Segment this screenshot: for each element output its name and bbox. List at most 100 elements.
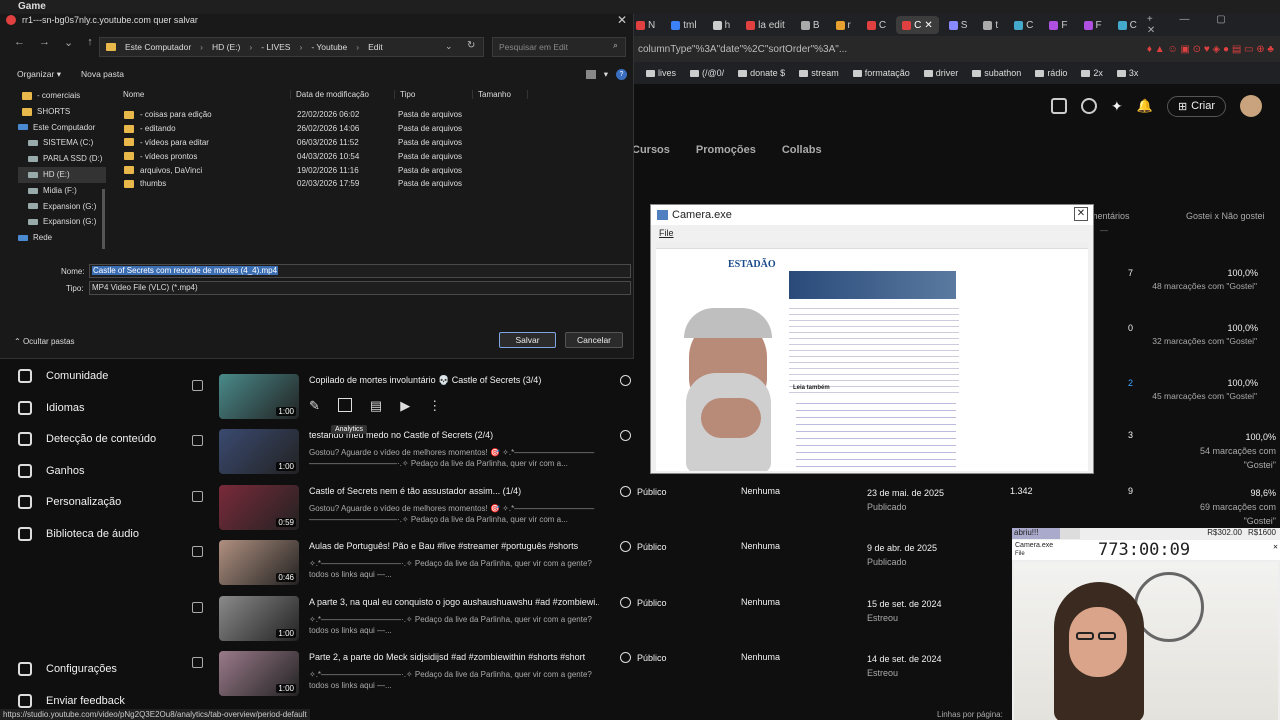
bookmark-item[interactable]: subathon: [972, 68, 1021, 78]
window-controls[interactable]: + — ▢ ✕: [1147, 14, 1280, 36]
comments-count[interactable]: 9: [1128, 486, 1133, 496]
column-header[interactable]: Nome: [118, 90, 291, 99]
file-row[interactable]: - vídeos prontos 04/03/2026 10:54 Pasta de…: [118, 149, 473, 163]
extensions-icons[interactable]: ♦ ▲ ☺ ▣ ⊙ ♥ ◈ ● ▤ ▭ ⊕ ♣: [1147, 44, 1280, 55]
close-icon[interactable]: ✕: [1074, 207, 1088, 221]
refresh-icon[interactable]: ↻: [467, 40, 475, 51]
browser-tab[interactable]: r: [830, 16, 857, 34]
visibility-cell[interactable]: Público: [620, 597, 667, 608]
tab-collabs[interactable]: Collabs: [782, 144, 822, 156]
analytics-icon[interactable]: [337, 398, 352, 412]
tree-item[interactable]: Expansion (G:): [18, 214, 106, 230]
browser-tab[interactable]: tml: [665, 16, 702, 34]
visibility-cell[interactable]: Público: [620, 541, 667, 552]
file-row[interactable]: - vídeos para editar 06/03/2026 11:52 Past…: [118, 136, 473, 150]
bookmark-item[interactable]: stream: [799, 68, 839, 78]
tree-scrollbar[interactable]: [102, 189, 105, 249]
browser-tab[interactable]: C: [1008, 16, 1039, 34]
tree-item[interactable]: SISTEMA (C:): [18, 135, 106, 151]
comments-icon[interactable]: ▤: [370, 398, 382, 414]
bookmark-item[interactable]: formatação: [852, 68, 910, 78]
row-checkbox[interactable]: [192, 380, 203, 391]
tree-item[interactable]: PARLA SSD (D:): [18, 151, 106, 167]
bookmark-item[interactable]: donate $: [738, 68, 785, 78]
likes-header[interactable]: Gostei x Não gostei: [1186, 211, 1265, 221]
tree-item[interactable]: Este Computador: [18, 120, 106, 136]
sidebar-item[interactable]: Configurações: [18, 662, 117, 676]
browser-tab[interactable]: t: [977, 16, 1004, 34]
back-icon[interactable]: ←: [14, 36, 25, 49]
browser-tab[interactable]: F: [1078, 16, 1108, 34]
save-button[interactable]: Salvar: [499, 332, 556, 348]
filename-field[interactable]: Castle of Secrets com recorde de mortes …: [89, 264, 631, 278]
breadcrumb-segment[interactable]: - Youtube: [311, 42, 347, 52]
bookmark-item[interactable]: 2x: [1081, 68, 1103, 78]
visibility-cell[interactable]: Público: [620, 486, 667, 497]
youtube-icon[interactable]: ▶: [400, 398, 410, 414]
breadcrumb-segment[interactable]: Edit: [368, 42, 383, 52]
comments-header[interactable]: mentários: [1090, 211, 1130, 221]
breadcrumb-segment[interactable]: Este Computador: [125, 42, 191, 52]
more-options-icon[interactable]: ⋮: [428, 398, 441, 414]
cancel-button[interactable]: Cancelar: [565, 332, 623, 348]
video-title[interactable]: Parte 2, a parte do Meck sidjsidijsd #ad…: [309, 652, 585, 662]
organize-button[interactable]: Organizar ▾: [17, 69, 61, 80]
tree-item[interactable]: Midia (F:): [18, 183, 106, 199]
row-checkbox[interactable]: [192, 435, 203, 446]
path-dropdown-icon[interactable]: ⌄: [445, 41, 453, 52]
avatar[interactable]: [1240, 95, 1262, 117]
help-icon[interactable]: [1081, 98, 1098, 114]
bookmark-item[interactable]: rádio: [1035, 68, 1067, 78]
video-thumbnail[interactable]: 1:00: [219, 429, 299, 474]
hide-folders-toggle[interactable]: ⌃ Ocultar pastas: [14, 337, 75, 346]
visibility-cell[interactable]: Público: [620, 652, 667, 663]
small-camera-menu[interactable]: File: [1015, 551, 1025, 557]
browser-tab[interactable]: C ✕: [896, 16, 939, 34]
video-thumbnail[interactable]: 1:00: [219, 651, 299, 696]
bookmark-item[interactable]: driver: [923, 68, 958, 78]
browser-tab[interactable]: F: [1043, 16, 1073, 34]
video-title[interactable]: Aulas de Português! Pão e Bau #live #str…: [309, 541, 578, 551]
row-checkbox[interactable]: [192, 602, 203, 613]
breadcrumb[interactable]: Este Computador › HD (E:) › - LIVES › - Youtub…: [99, 37, 484, 57]
browser-tab[interactable]: h: [707, 16, 737, 34]
sidebar-item[interactable]: Biblioteca de áudio: [18, 527, 139, 541]
row-checkbox[interactable]: [192, 546, 203, 557]
new-folder-button[interactable]: Nova pasta: [81, 69, 124, 80]
file-row[interactable]: arquivos, DaVinci 19/02/2026 11:16 Pasta d…: [118, 163, 473, 177]
video-thumbnail[interactable]: 1:00: [219, 374, 299, 419]
visibility-cell[interactable]: [620, 430, 631, 441]
file-row[interactable]: - coisas para edição 22/02/2026 06:02 Past…: [118, 108, 473, 122]
tab-promocoes[interactable]: Promoções: [696, 144, 756, 156]
sidebar-item[interactable]: Personalização: [18, 495, 121, 509]
forward-icon[interactable]: →: [39, 36, 50, 49]
video-title[interactable]: Copilado de mortes involuntário 💀 Castle…: [309, 375, 541, 386]
chevron-down-icon[interactable]: ⌄: [64, 36, 73, 49]
tree-item[interactable]: Rede: [18, 230, 106, 246]
row-checkbox[interactable]: [192, 657, 203, 668]
filetype-select[interactable]: MP4 Video File (VLC) (*.mp4): [89, 281, 631, 295]
sidebar-item[interactable]: Idiomas: [18, 401, 85, 415]
browser-tab[interactable]: N: [630, 16, 661, 34]
tree-item[interactable]: Expansion (G:): [18, 199, 106, 215]
column-header[interactable]: Tipo: [395, 90, 473, 99]
search-input[interactable]: Pesquisar em Edit: [492, 37, 626, 57]
comments-count[interactable]: 3: [1128, 430, 1133, 440]
video-thumbnail[interactable]: 0:46: [219, 540, 299, 585]
breadcrumb-segment[interactable]: - LIVES: [261, 42, 290, 52]
captions-icon[interactable]: [1051, 98, 1068, 114]
bookmark-item[interactable]: 3x: [1116, 68, 1138, 78]
up-icon[interactable]: ↑: [87, 36, 93, 49]
search-icon[interactable]: ⌕: [613, 40, 618, 51]
tree-item[interactable]: - comerciais: [18, 88, 106, 104]
browser-tab[interactable]: la edit: [740, 16, 791, 34]
url-text[interactable]: columnType"%3A"date"%2C"sortOrder"%3A"..…: [638, 44, 1141, 55]
tree-item[interactable]: HD (E:): [18, 166, 106, 183]
chevron-down-icon[interactable]: ▾: [604, 69, 608, 80]
close-icon[interactable]: ✕: [617, 13, 627, 27]
close-icon[interactable]: ✕: [1273, 542, 1278, 551]
video-title[interactable]: Castle of Secrets nem é tão assustador a…: [309, 486, 521, 496]
browser-tab[interactable]: C: [861, 16, 892, 34]
sparkle-icon[interactable]: ✦: [1111, 98, 1123, 115]
tree-item[interactable]: SHORTS: [18, 104, 106, 120]
